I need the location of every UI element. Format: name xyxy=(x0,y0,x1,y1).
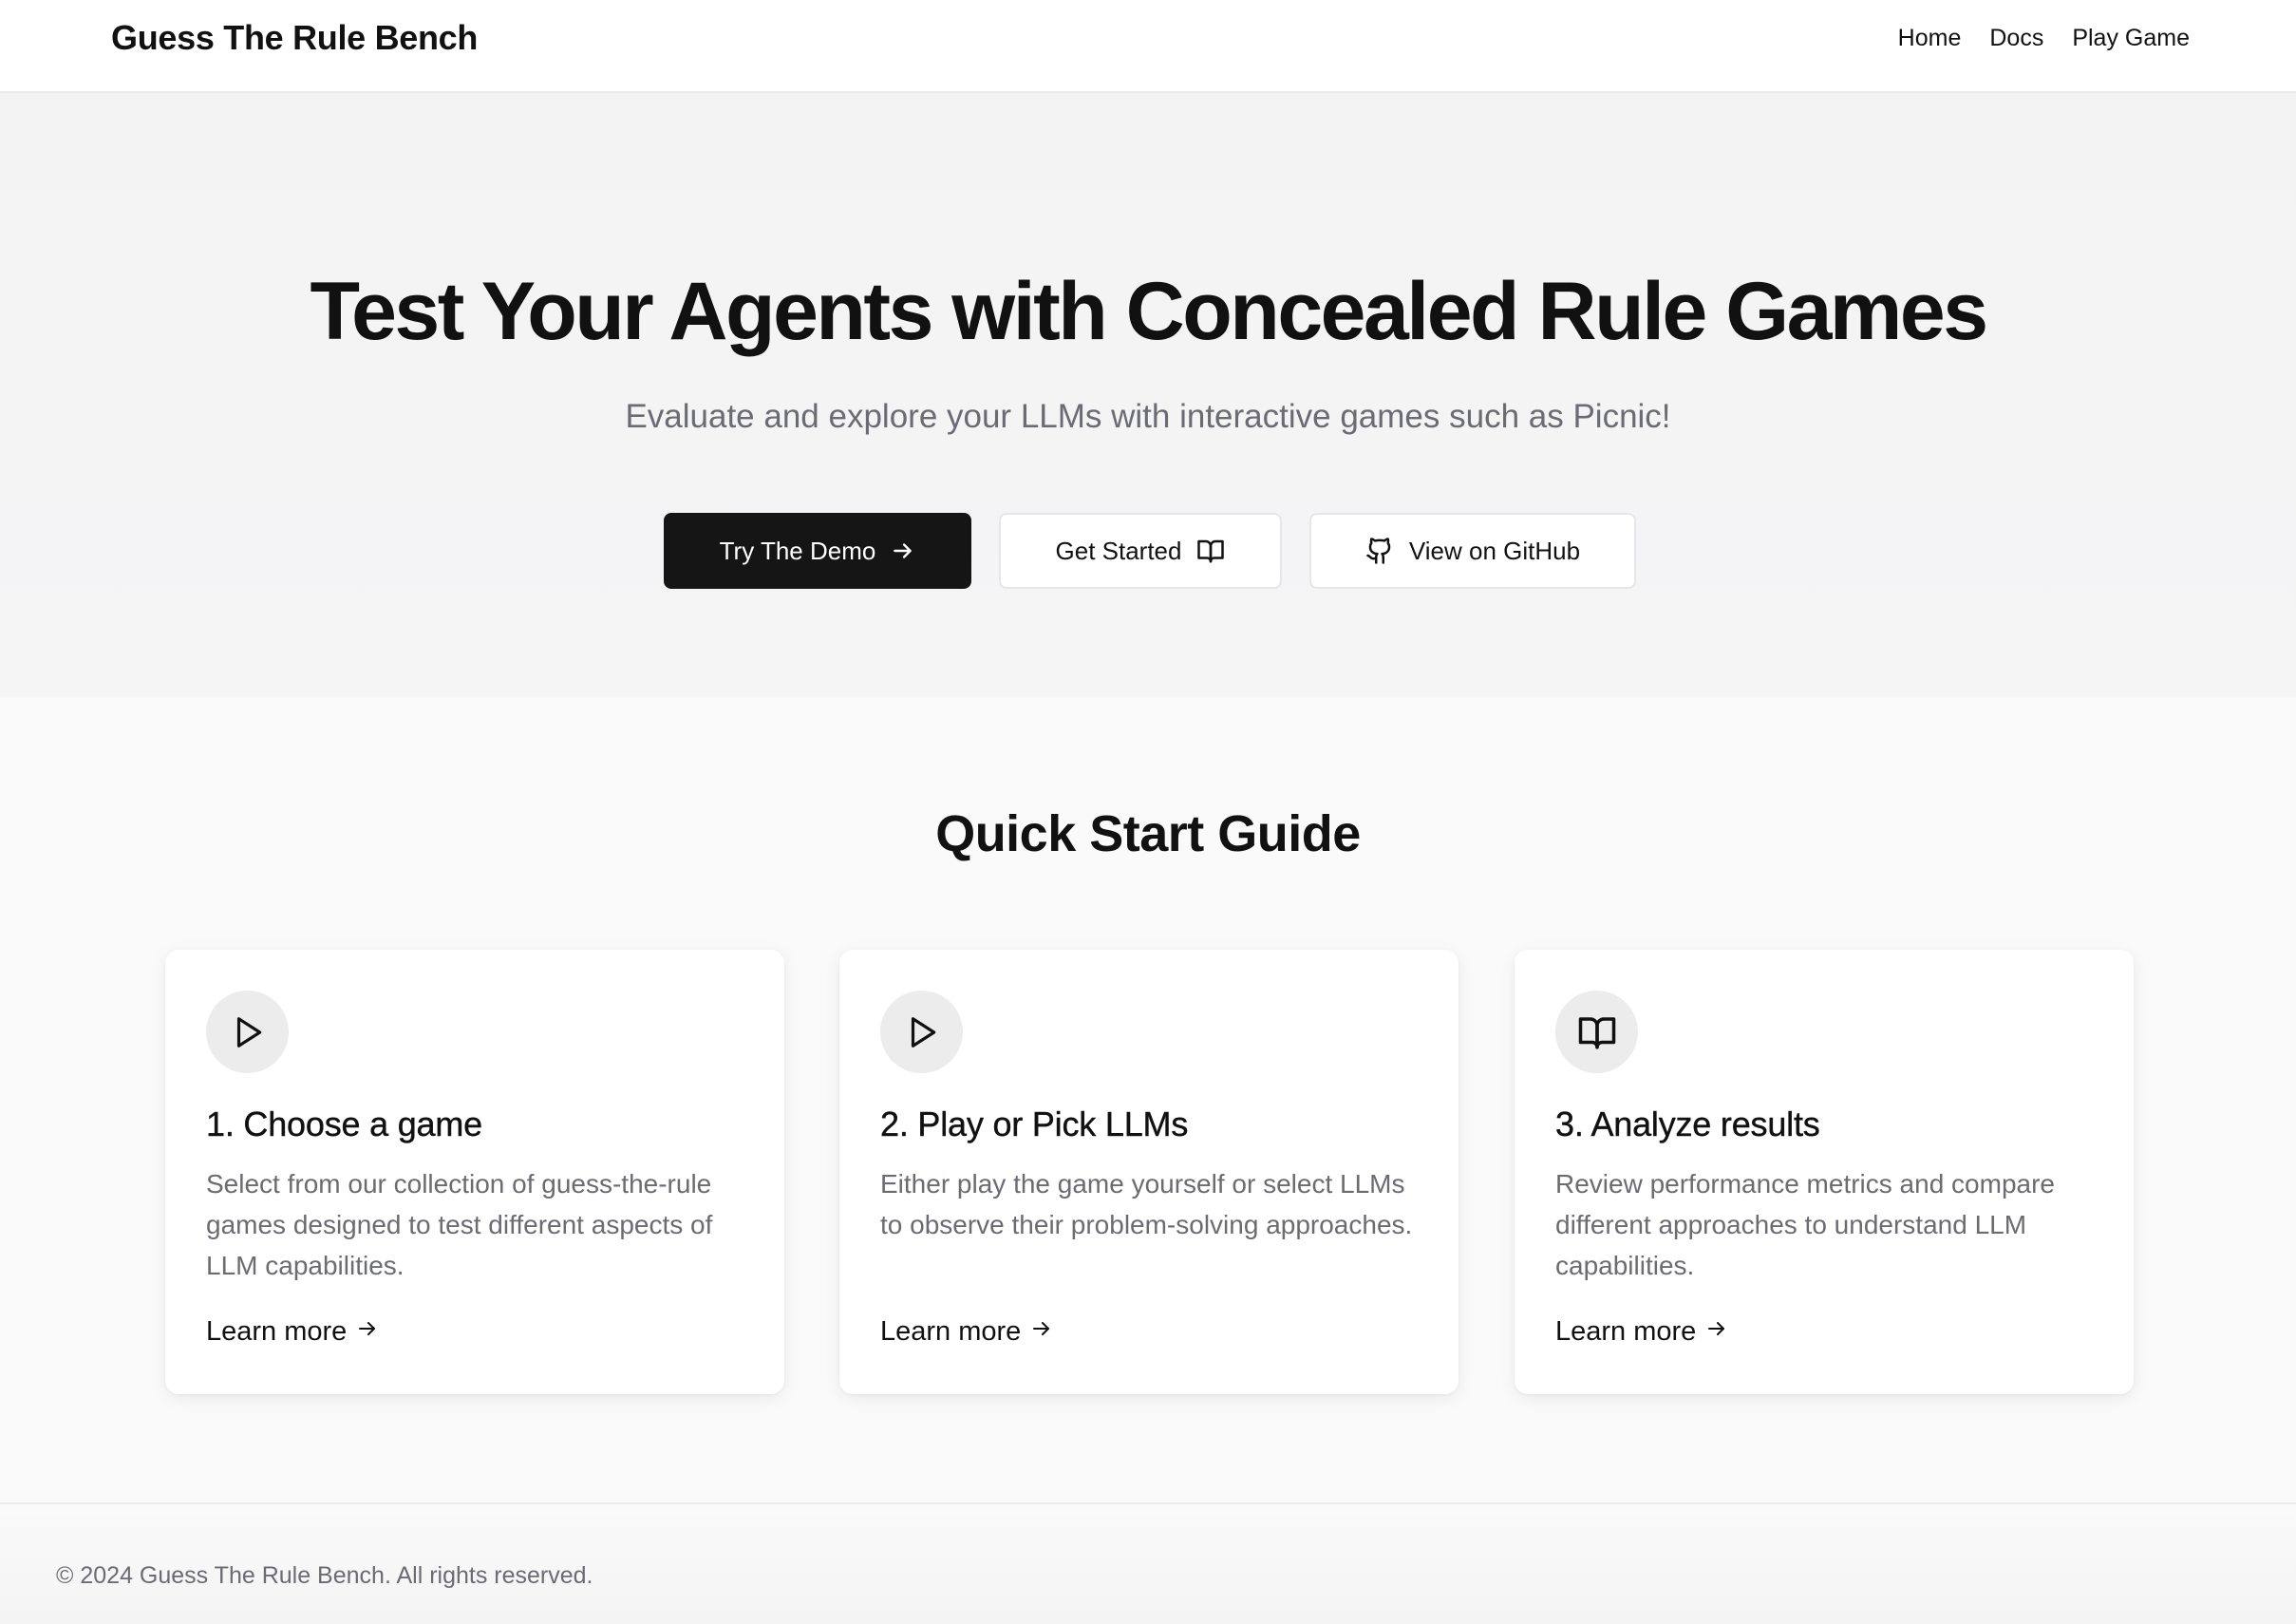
learn-more-label: Learn more xyxy=(1555,1316,1697,1347)
learn-more-label: Learn more xyxy=(206,1316,348,1347)
footer-copyright: © 2024 Guess The Rule Bench. All rights … xyxy=(56,1562,593,1589)
nav-link-home[interactable]: Home xyxy=(1898,22,1962,54)
main-nav: Home Docs Play Game xyxy=(1898,22,2190,54)
arrow-right-icon xyxy=(356,1314,379,1349)
quick-start-title: Quick Start Guide xyxy=(935,805,1361,862)
nav-link-docs[interactable]: Docs xyxy=(1989,22,2043,54)
play-icon xyxy=(880,991,963,1073)
learn-more-link[interactable]: Learn more xyxy=(1555,1314,1728,1349)
try-demo-button[interactable]: Try The Demo xyxy=(664,513,971,589)
view-github-button[interactable]: View on GitHub xyxy=(1309,513,1636,589)
card-description: Review performance metrics and compare d… xyxy=(1555,1169,2055,1280)
arrow-right-icon xyxy=(1705,1314,1728,1349)
learn-more-link[interactable]: Learn more xyxy=(206,1314,379,1349)
guide-card-choose-game: 1. Choose a game Select from our collect… xyxy=(165,950,784,1394)
brand-logo[interactable]: Guess The Rule Bench xyxy=(111,18,478,58)
hero-title: Test Your Agents with Concealed Rule Gam… xyxy=(310,266,1988,357)
view-github-label: View on GitHub xyxy=(1408,536,1581,565)
card-description: Either play the game yourself or select … xyxy=(880,1169,1413,1239)
book-open-icon xyxy=(1555,991,1638,1073)
card-title: 2. Play or Pick LLMs xyxy=(880,1105,1189,1143)
arrow-right-icon xyxy=(891,538,915,563)
try-demo-label: Try The Demo xyxy=(719,536,876,565)
page: Guess The Rule Bench Home Docs Play Game… xyxy=(0,0,2296,1624)
card-title: 3. Analyze results xyxy=(1555,1105,1820,1143)
get-started-button[interactable]: Get Started xyxy=(999,513,1282,589)
site-header: Guess The Rule Bench Home Docs Play Game xyxy=(0,0,2296,93)
learn-more-label: Learn more xyxy=(880,1316,1022,1347)
guide-card-play-pick: 2. Play or Pick LLMs Either play the gam… xyxy=(839,950,1459,1394)
learn-more-link[interactable]: Learn more xyxy=(880,1314,1053,1349)
arrow-right-icon xyxy=(1030,1314,1053,1349)
nav-link-play-game[interactable]: Play Game xyxy=(2072,22,2190,54)
card-title: 1. Choose a game xyxy=(206,1105,483,1143)
site-footer: © 2024 Guess The Rule Bench. All rights … xyxy=(0,1502,2296,1624)
play-icon xyxy=(206,991,289,1073)
quick-start-section: Quick Start Guide 1. Choose a game Selec… xyxy=(0,697,2296,1502)
book-open-icon xyxy=(1196,537,1225,565)
card-description: Select from our collection of guess-the-… xyxy=(206,1169,713,1280)
hero-section: Test Your Agents with Concealed Rule Gam… xyxy=(0,93,2296,697)
get-started-label: Get Started xyxy=(1055,536,1182,565)
github-icon xyxy=(1365,537,1394,565)
hero-subtitle: Evaluate and explore your LLMs with inte… xyxy=(625,398,1671,435)
guide-card-analyze: 3. Analyze results Review performance me… xyxy=(1515,950,2134,1394)
